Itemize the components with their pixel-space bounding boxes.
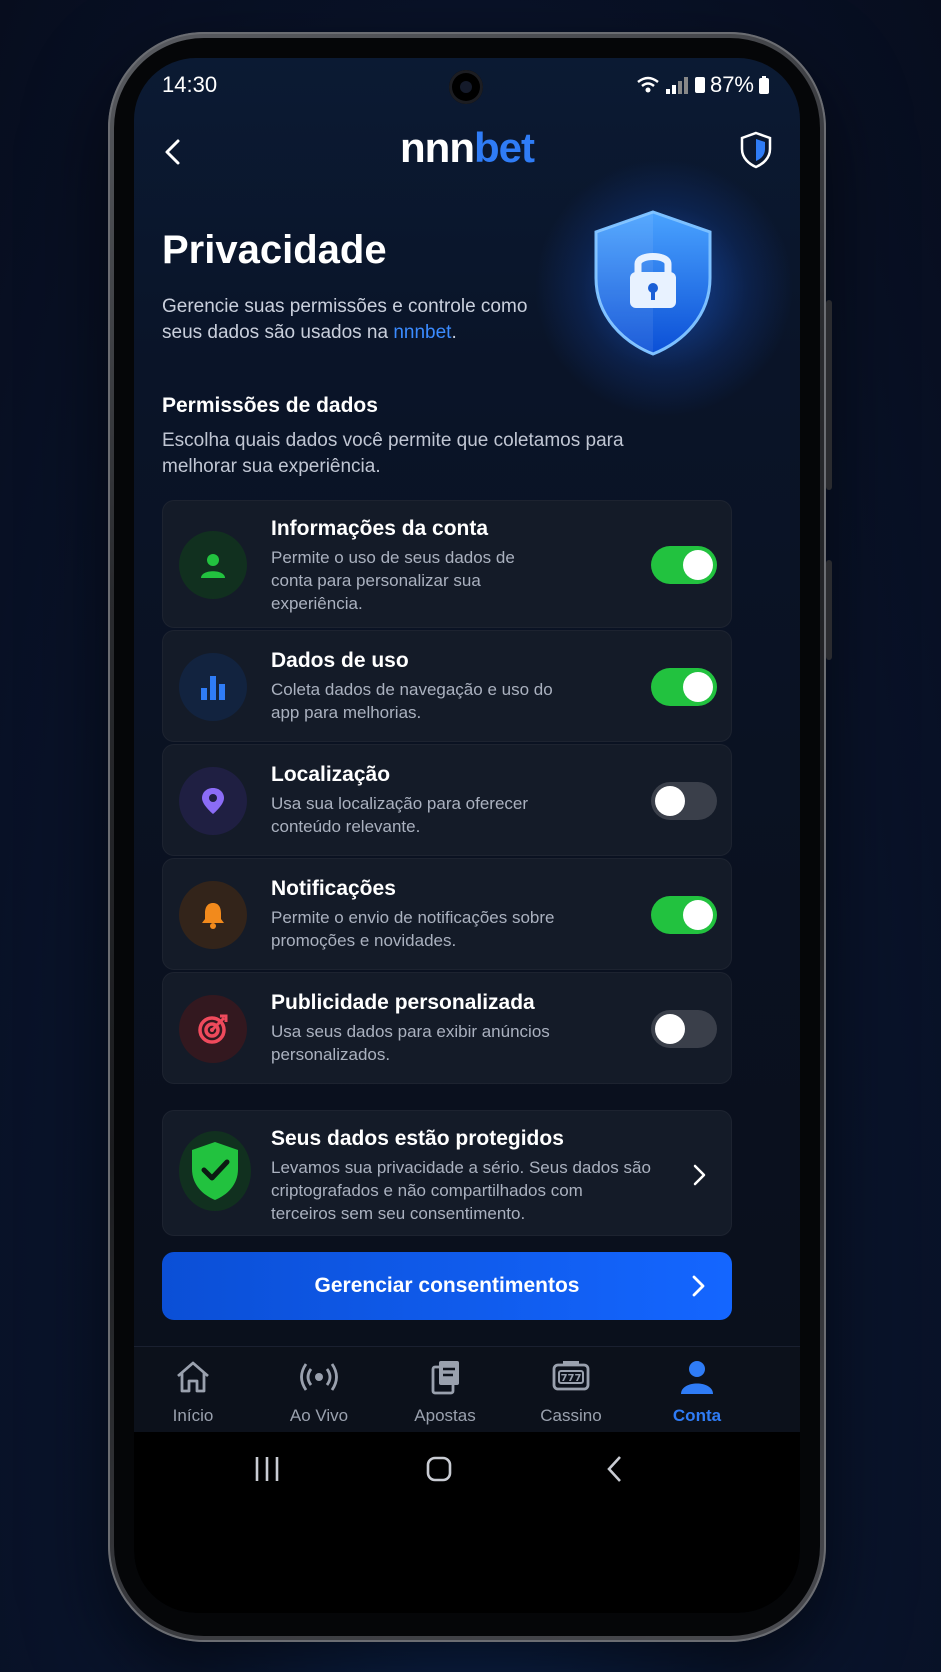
bar-chart-icon [179, 653, 247, 721]
location-pin-icon [179, 767, 247, 835]
notifications-toggle[interactable] [651, 896, 717, 934]
permission-description: Permite o envio de notificações sobre pr… [271, 908, 555, 950]
back-nav-icon[interactable] [600, 1454, 630, 1484]
home-icon [177, 1361, 209, 1393]
sim-icon [694, 77, 705, 93]
tab-bets[interactable]: Apostas [390, 1359, 500, 1426]
permission-title: Informações da conta [271, 517, 489, 540]
tab-casino[interactable]: 777 Cassino [516, 1359, 626, 1426]
bet-slip-icon [431, 1361, 459, 1395]
target-icon [179, 995, 247, 1063]
personalized-ads-toggle[interactable] [651, 1010, 717, 1048]
permission-account-info: Informações da conta Permite o uso de se… [162, 500, 732, 628]
tab-live[interactable]: Ao Vivo [264, 1359, 374, 1426]
brand-link: nnnbet [393, 322, 452, 343]
permission-notifications: Notificações Permite o envio de notifica… [162, 858, 732, 970]
data-protection-card[interactable]: Seus dados estão protegidos Levamos sua … [162, 1110, 732, 1236]
permission-description: Usa seus dados para exibir anúncios pers… [271, 1022, 550, 1064]
permission-description: Permite o uso de seus dados de conta par… [271, 548, 515, 613]
permission-usage-data: Dados de uso Coleta dados de navegação e… [162, 630, 732, 742]
page-title: Privacidade [162, 228, 387, 272]
recent-apps-icon[interactable] [252, 1454, 282, 1484]
protection-title: Seus dados estão protegidos [271, 1127, 564, 1150]
chevron-right-icon [692, 1275, 705, 1297]
account-icon [681, 1361, 713, 1394]
slot-machine-icon: 777 [552, 1361, 590, 1391]
app-screen: 14:30 87% nnnbet Privacidade Gerencie su… [134, 58, 800, 1613]
wifi-icon [637, 76, 659, 93]
battery-percent: 87% [709, 72, 754, 97]
permission-description: Coleta dados de navegação e uso do app p… [271, 680, 553, 722]
bottom-tab-bar: Início Ao Vivo Apostas 777 Cassino Conta [134, 1346, 800, 1432]
permission-description: Usa sua localização para oferecer conteú… [271, 794, 529, 836]
lock-shield-icon [594, 210, 712, 356]
status-icons: 87% [636, 72, 770, 98]
permission-location: Localização Usa sua localização para ofe… [162, 744, 732, 856]
power-button [826, 560, 832, 660]
location-toggle[interactable] [651, 782, 717, 820]
permission-personalized-ads: Publicidade personalizada Usa seus dados… [162, 972, 732, 1084]
live-broadcast-icon [300, 1363, 338, 1391]
checkmark-shield-icon [179, 1131, 251, 1211]
bell-icon [179, 881, 247, 949]
front-camera [449, 70, 483, 104]
svg-text:777: 777 [561, 1373, 582, 1384]
account-info-toggle[interactable] [651, 546, 717, 584]
home-nav-icon[interactable] [424, 1454, 454, 1484]
usage-data-toggle[interactable] [651, 668, 717, 706]
tab-home[interactable]: Início [138, 1359, 248, 1426]
status-time: 14:30 [162, 72, 218, 97]
tab-account[interactable]: Conta [642, 1359, 752, 1426]
section-description: Escolha quais dados você permite que col… [162, 430, 624, 477]
user-icon [179, 531, 247, 599]
permission-title: Dados de uso [271, 649, 409, 672]
battery-icon [759, 76, 769, 94]
permission-title: Notificações [271, 877, 396, 900]
system-nav-bar [134, 1432, 800, 1613]
section-title: Permissões de dados [162, 394, 378, 417]
volume-button [826, 300, 832, 490]
manage-consents-label: Gerenciar consentimentos [314, 1274, 580, 1297]
page-subtitle: Gerencie suas permissões e controle como… [162, 296, 528, 343]
manage-consents-button[interactable]: Gerenciar consentimentos [162, 1252, 732, 1320]
protection-description: Levamos sua privacidade a sério. Seus da… [271, 1158, 651, 1223]
chevron-right-icon [693, 1164, 706, 1186]
signal-icon [665, 77, 688, 94]
permission-title: Localização [271, 763, 391, 786]
permission-title: Publicidade personalizada [271, 991, 535, 1014]
